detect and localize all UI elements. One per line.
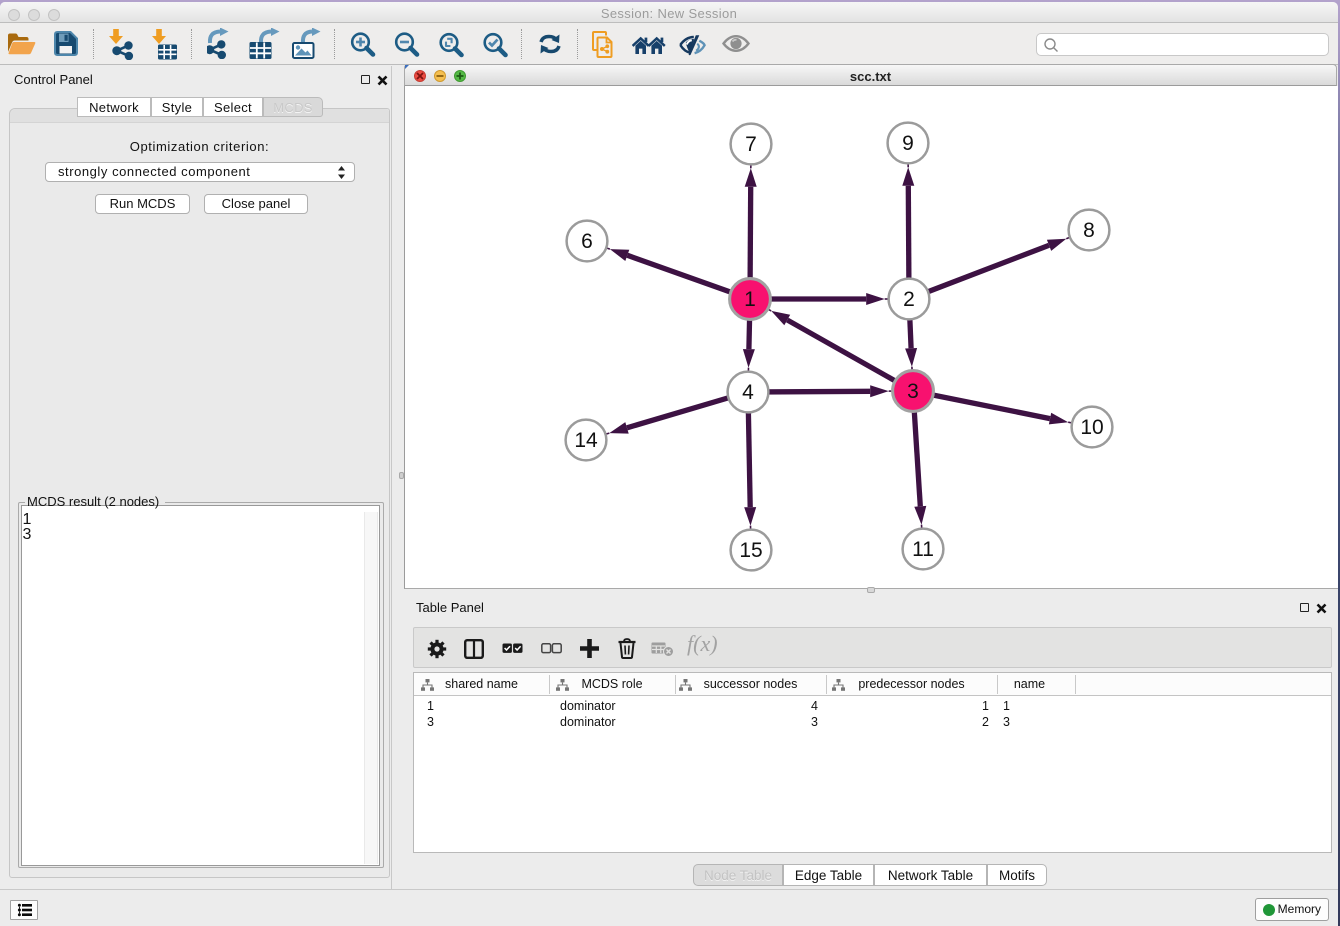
svg-text:11: 11 xyxy=(912,538,934,561)
svg-text:15: 15 xyxy=(739,539,762,562)
svg-text:9: 9 xyxy=(902,132,914,155)
svg-text:10: 10 xyxy=(1080,416,1103,439)
svg-text:1: 1 xyxy=(744,288,756,311)
svg-text:7: 7 xyxy=(745,133,757,156)
svg-text:8: 8 xyxy=(1083,219,1095,242)
svg-text:3: 3 xyxy=(907,380,919,403)
svg-text:14: 14 xyxy=(574,429,598,452)
svg-text:4: 4 xyxy=(742,381,754,404)
svg-text:6: 6 xyxy=(581,230,593,253)
svg-text:2: 2 xyxy=(903,288,915,311)
